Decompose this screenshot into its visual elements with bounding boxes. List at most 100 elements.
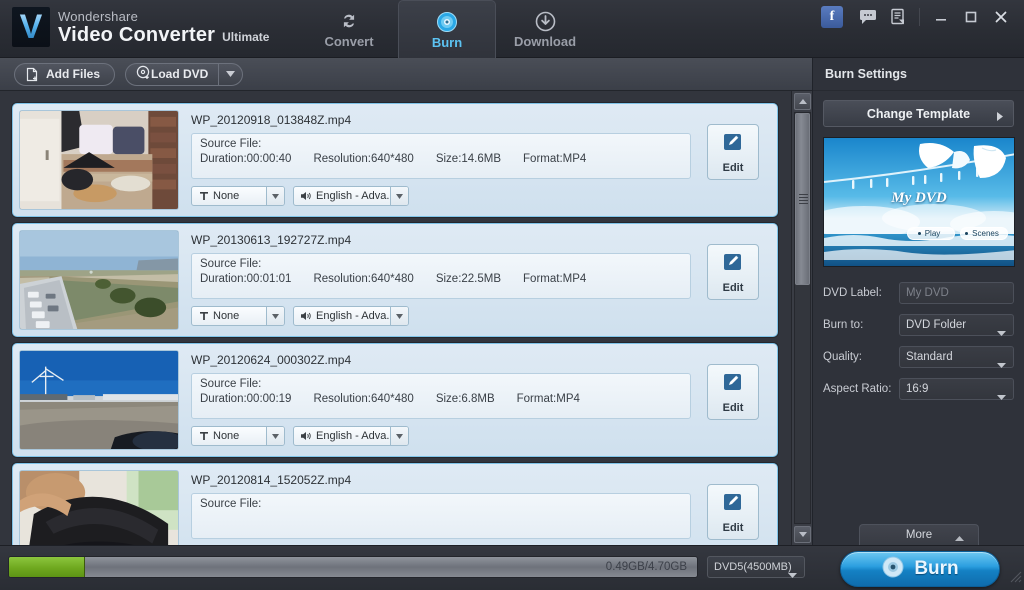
edit-button[interactable]: Edit <box>707 124 759 180</box>
field-row-burn-to: Burn to: DVD Folder <box>823 313 1014 337</box>
brand-product: Video Converter <box>58 23 216 46</box>
scrollbar-track[interactable] <box>794 112 811 524</box>
tab-burn-label: Burn <box>431 34 463 50</box>
quality-dropdown[interactable]: Standard <box>899 346 1014 368</box>
window-controls: f <box>821 5 1016 29</box>
edit-button-label: Edit <box>722 401 744 414</box>
chat-icon[interactable] <box>853 5 883 29</box>
template-preview[interactable]: My DVD Play Scenes <box>823 137 1015 267</box>
edit-button-label: Edit <box>722 161 744 174</box>
subtitle-value: None <box>213 310 240 322</box>
edit-button-label: Edit <box>722 281 744 294</box>
status-bar: 0.49GB/4.70GB DVD5(4500MB) Burn <box>0 545 1024 590</box>
change-template-button[interactable]: Change Template <box>823 100 1014 127</box>
file-name: WP_20120624_000302Z.mp4 <box>191 353 352 367</box>
dvd-label-value: My DVD <box>906 287 949 299</box>
video-thumbnail <box>19 350 179 450</box>
file-name: WP_20130613_192727Z.mp4 <box>191 233 352 247</box>
maximize-icon[interactable] <box>956 5 986 29</box>
file-item[interactable]: WP_20120624_000302Z.mp4 Source File: Dur… <box>12 343 778 457</box>
add-files-label: Add Files <box>46 67 101 81</box>
minimize-icon[interactable] <box>926 5 956 29</box>
add-files-button[interactable]: Add Files <box>14 62 116 86</box>
audio-dropdown-arrow[interactable] <box>390 187 408 205</box>
load-dvd-button[interactable]: Load DVD <box>126 64 218 85</box>
aspect-ratio-dropdown[interactable]: 16:9 <box>899 378 1014 400</box>
edit-button[interactable]: Edit <box>707 364 759 420</box>
chevron-down-icon <box>997 323 1006 341</box>
edit-button[interactable]: Edit <box>707 244 759 300</box>
facebook-icon[interactable]: f <box>821 6 843 28</box>
file-size: Size:22.5MB <box>435 273 502 285</box>
source-file-label: Source File: <box>200 378 262 390</box>
speaker-icon <box>301 191 312 201</box>
burn-button[interactable]: Burn <box>840 551 1000 587</box>
preview-scenes-label: Scenes <box>972 229 999 238</box>
scroll-up-icon[interactable] <box>794 93 811 110</box>
refresh-icon <box>339 9 359 33</box>
disc-usage-progress: 0.49GB/4.70GB <box>8 556 698 578</box>
tab-burn[interactable]: Burn <box>398 0 496 58</box>
subtitle-dropdown-arrow[interactable] <box>266 427 284 445</box>
file-list[interactable]: WP_20120918_013848Z.mp4 Source File: Dur… <box>0 91 812 545</box>
audio-dropdown[interactable]: English - Adva... <box>293 306 409 326</box>
preview-scenes-button[interactable]: Scenes <box>960 227 1008 240</box>
wondershare-logo-icon <box>12 7 50 47</box>
feedback-icon[interactable] <box>883 5 913 29</box>
burn-to-dropdown[interactable]: DVD Folder <box>899 314 1014 336</box>
subtitle-dropdown[interactable]: None <box>191 186 285 206</box>
audio-dropdown-arrow[interactable] <box>390 427 408 445</box>
load-dvd-dropdown-arrow[interactable] <box>218 63 242 85</box>
file-item[interactable]: WP_20120814_152052Z.mp4 Source File: Edi… <box>12 463 778 545</box>
subtitle-text-icon <box>199 191 209 201</box>
file-item[interactable]: WP_20120918_013848Z.mp4 Source File: Dur… <box>12 103 778 217</box>
source-file-label: Source File: <box>200 258 262 270</box>
field-row-aspect-ratio: Aspect Ratio: 16:9 <box>823 377 1014 401</box>
audio-value: English - Adva... <box>316 310 396 322</box>
edit-pencil-icon <box>722 251 744 278</box>
file-info-box: Source File: Duration:00:00:19 Resolutio… <box>191 373 691 419</box>
more-button[interactable]: More <box>859 524 979 545</box>
chevron-right-icon <box>997 110 1003 124</box>
file-format: Format:MP4 <box>516 393 580 405</box>
speaker-icon <box>301 311 312 321</box>
dvd-label-label: DVD Label: <box>823 287 882 299</box>
brand-company: Wondershare <box>58 8 139 24</box>
audio-dropdown-arrow[interactable] <box>390 307 408 325</box>
resize-grip-icon[interactable] <box>1010 570 1022 588</box>
audio-dropdown[interactable]: English - Adva... <box>293 426 409 446</box>
file-format: Format:MP4 <box>523 273 587 285</box>
tab-download[interactable]: Download <box>496 0 594 58</box>
audio-dropdown[interactable]: English - Adva... <box>293 186 409 206</box>
file-duration: Duration:00:00:19 <box>200 393 292 405</box>
subtitle-dropdown[interactable]: None <box>191 426 285 446</box>
subtitle-dropdown[interactable]: None <box>191 306 285 326</box>
brand-logo: Wondershare Video Converter Ultimate <box>12 7 269 47</box>
close-icon[interactable] <box>986 5 1016 29</box>
aspect-ratio-value: 16:9 <box>906 383 929 395</box>
video-thumbnail <box>19 230 179 330</box>
file-duration: Duration:00:01:01 <box>200 273 292 285</box>
file-item[interactable]: WP_20130613_192727Z.mp4 Source File: Dur… <box>12 223 778 337</box>
disc-usage-fill <box>9 557 85 577</box>
subtitle-text-icon <box>199 311 209 321</box>
subtitle-dropdown-arrow[interactable] <box>266 307 284 325</box>
file-name: WP_20120814_152052Z.mp4 <box>191 473 352 487</box>
dvd-label-input[interactable]: My DVD <box>899 282 1014 304</box>
file-info-box: Source File: <box>191 493 691 539</box>
disc-usage-text: 0.49GB/4.70GB <box>605 561 687 573</box>
more-area: More <box>813 521 1024 545</box>
file-resolution: Resolution:640*480 <box>313 153 414 165</box>
burn-settings-title: Burn Settings <box>813 58 1024 91</box>
disc-icon <box>436 10 458 34</box>
preview-play-button[interactable]: Play <box>907 227 955 240</box>
tab-convert[interactable]: Convert <box>300 0 398 58</box>
scrollbar-thumb[interactable] <box>795 113 810 285</box>
disc-type-dropdown[interactable]: DVD5(4500MB) <box>707 556 805 578</box>
subtitle-dropdown-arrow[interactable] <box>266 187 284 205</box>
file-list-scrollbar[interactable] <box>791 91 812 545</box>
subtitle-value: None <box>213 430 240 442</box>
scroll-down-icon[interactable] <box>794 526 811 543</box>
field-row-dvd-label: DVD Label: My DVD <box>823 281 1014 305</box>
edit-button[interactable]: Edit <box>707 484 759 540</box>
